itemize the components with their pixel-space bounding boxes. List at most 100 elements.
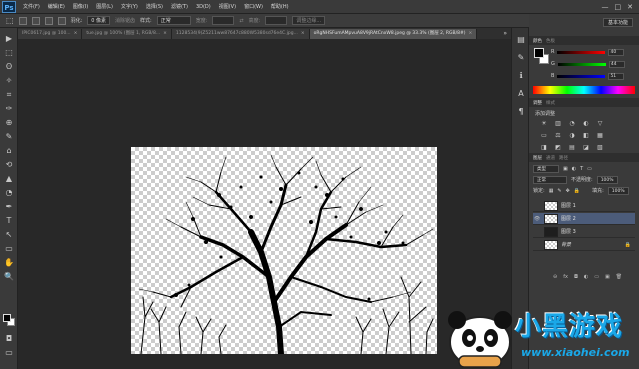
menu-3d[interactable]: 3D(D) [192,4,215,10]
path-selection-tool-icon[interactable]: ↖ [3,230,15,240]
eraser-tool-icon[interactable]: ▲ [3,174,15,184]
tab-layers[interactable]: 图层 [533,155,542,161]
lock-all-icon[interactable]: 🔒 [574,188,580,194]
delete-layer-icon[interactable]: 🗑 [616,274,622,282]
feather-input[interactable]: 0 像素 [87,16,111,25]
hue-saturation-icon[interactable]: ▭ [539,132,549,140]
hand-tool-icon[interactable]: ✋ [3,258,15,268]
invert-icon[interactable]: ◨ [539,144,549,152]
zoom-tool-icon[interactable]: 🔍 [3,272,15,282]
blend-mode-select[interactable]: 正常 [533,175,567,184]
tab-close-icon[interactable]: × [163,31,167,36]
width-input[interactable] [212,16,235,25]
tab-overflow-icon[interactable]: » [499,29,511,39]
menu-layer[interactable]: 图层(L) [92,3,117,10]
tab-close-icon[interactable]: × [469,31,473,36]
menu-help[interactable]: 帮助(H) [267,3,293,10]
layer-row-selected[interactable]: 👁 图层 2 [533,213,635,225]
style-select[interactable]: 正常 [156,16,191,25]
gradient-map-icon[interactable]: ◪ [581,144,591,152]
color-spectrum-bar[interactable] [533,86,635,94]
type-tool-icon[interactable]: T [3,216,15,226]
menu-edit[interactable]: 编辑(E) [44,3,69,10]
healing-brush-tool-icon[interactable]: ⊕ [3,118,15,128]
tab-channels[interactable]: 通道 [546,155,555,161]
red-slider[interactable]: R 40 [551,48,637,56]
paragraph-panel-icon[interactable]: ¶ [515,106,527,118]
blue-slider-track[interactable] [557,74,606,78]
move-tool-icon[interactable]: ▶ [3,34,15,44]
link-layers-icon[interactable]: ⊖ [553,274,557,282]
refine-edge-button[interactable]: 调整边缘... [292,16,326,25]
tab-paths[interactable]: 路径 [559,155,568,161]
character-panel-icon[interactable]: A [515,88,527,100]
quick-mask-icon[interactable]: ◘ [3,334,15,344]
lock-position-icon[interactable]: ✥ [566,188,570,194]
exposure-icon[interactable]: ◐ [581,120,591,128]
tab-doc-active[interactable]: oRgNHSFumAMpvuA8V9jRAtCnxW8.jpeg @ 33.3%… [309,29,478,39]
rectangle-tool-icon[interactable]: ▭ [3,244,15,254]
opacity-input[interactable]: 100% [596,175,618,184]
menu-file[interactable]: 文件(F) [19,3,44,10]
history-panel-icon[interactable]: ▤ [515,34,527,46]
brightness-icon[interactable]: ☀ [539,120,549,128]
fill-input[interactable]: 100% [607,186,629,195]
minimize-icon[interactable]: — [602,3,609,11]
levels-icon[interactable]: ▥ [553,120,563,128]
brush-panel-icon[interactable]: ✎ [515,52,527,64]
height-input[interactable] [265,16,288,25]
lock-paint-icon[interactable]: ✎ [557,188,561,194]
vibrance-icon[interactable]: ▽ [595,120,605,128]
swap-icon[interactable]: ⇄ [239,18,243,24]
menu-select[interactable]: 选择(S) [142,3,167,10]
crop-tool-icon[interactable]: ⌗ [3,90,15,100]
color-panel-foreground-swatch[interactable] [534,48,544,58]
new-layer-icon[interactable]: ▣ [605,274,610,282]
posterize-icon[interactable]: ◩ [553,144,563,152]
selective-color-icon[interactable]: ▧ [595,144,605,152]
marquee-tool-icon[interactable]: ⬚ [6,16,14,25]
foreground-color-swatch[interactable] [3,314,11,322]
canvas-area[interactable] [18,39,511,369]
layer-row[interactable]: 背景 🔒 [533,239,635,251]
tab-swatches[interactable]: 色板 [546,38,555,44]
blue-value-input[interactable]: 51 [608,72,625,80]
brush-tool-icon[interactable]: ✎ [3,132,15,142]
new-selection-icon[interactable] [18,16,27,25]
menu-type[interactable]: 文字(Y) [117,3,142,10]
color-balance-icon[interactable]: ⚖ [553,132,563,140]
photo-filter-icon[interactable]: ◧ [581,132,591,140]
tab-doc-1[interactable]: IPIC0617.jpg @ 100... × [18,29,83,39]
menu-image[interactable]: 图像(I) [69,3,92,10]
layer-filter-select[interactable]: 类型 [533,164,559,173]
layer-style-icon[interactable]: fx [563,274,568,282]
gradient-tool-icon[interactable]: ◔ [3,188,15,198]
add-selection-icon[interactable] [31,16,40,25]
document-canvas[interactable] [131,147,437,354]
layer-mask-icon[interactable]: ◘ [574,274,578,282]
red-value-input[interactable]: 40 [608,48,625,56]
tab-close-icon[interactable]: × [301,31,305,36]
screen-mode-icon[interactable]: ▭ [3,348,15,358]
eye-icon[interactable]: 👁 [533,216,541,222]
green-slider-track[interactable] [557,62,606,66]
filter-shape-icon[interactable]: ▭ [587,166,592,172]
tab-close-icon[interactable]: × [74,31,78,36]
threshold-icon[interactable]: ▤ [567,144,577,152]
filter-adjust-icon[interactable]: ◐ [572,166,576,172]
close-icon[interactable]: ✕ [627,3,633,11]
workspace-select[interactable]: 基本功能 [602,18,633,27]
channel-mixer-icon[interactable]: ▦ [595,132,605,140]
antialias-checkbox[interactable]: 消除锯齿 [115,17,135,24]
black-white-icon[interactable]: ◑ [567,132,577,140]
clone-stamp-tool-icon[interactable]: ⌂ [3,146,15,156]
history-brush-tool-icon[interactable]: ⟲ [3,160,15,170]
lock-pixels-icon[interactable]: ▦ [549,188,554,194]
pen-tool-icon[interactable]: ✒ [3,202,15,212]
green-value-input[interactable]: 44 [608,60,625,68]
curves-icon[interactable]: ◔ [567,120,577,128]
lasso-tool-icon[interactable]: ʘ [3,62,15,72]
adjustment-layer-icon[interactable]: ◐ [584,274,588,282]
blue-slider[interactable]: B 51 [551,72,637,80]
eyedropper-tool-icon[interactable]: ✑ [3,104,15,114]
